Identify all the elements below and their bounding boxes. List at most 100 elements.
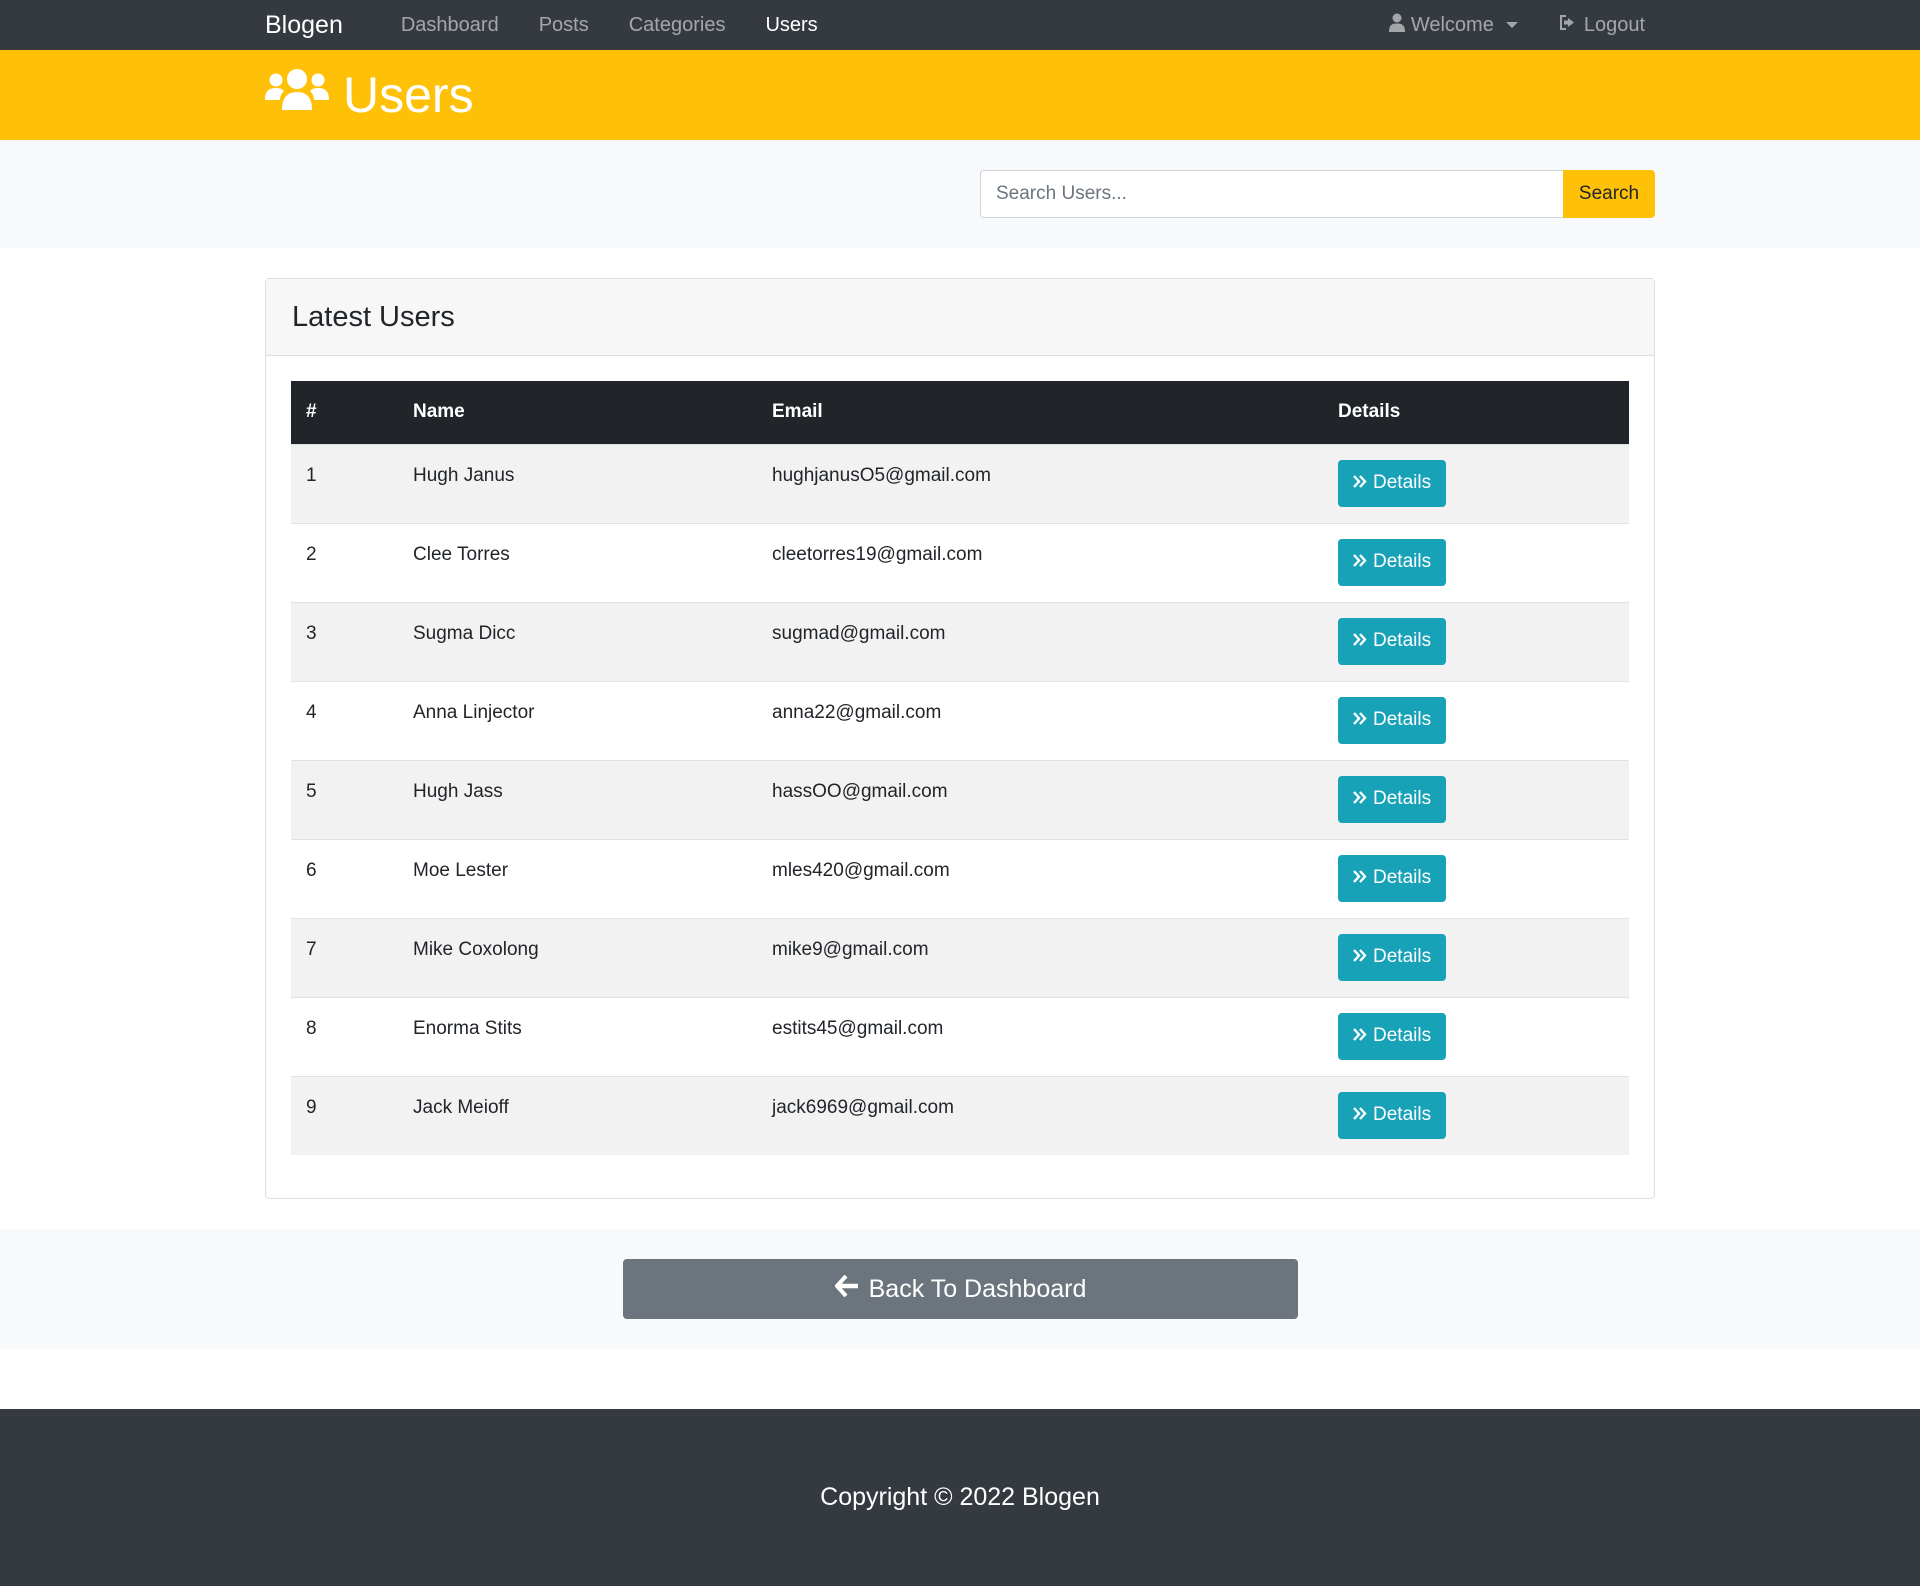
card-title: Latest Users — [292, 300, 455, 333]
row-email: mles420@gmail.com — [772, 859, 950, 881]
nav-dashboard[interactable]: Dashboard — [401, 14, 499, 37]
caret-down-icon — [1505, 22, 1518, 28]
page-header: Users — [0, 50, 1920, 140]
row-number: 8 — [306, 1017, 317, 1039]
column-header-details: Details — [1338, 401, 1401, 423]
row-email: anna22@gmail.com — [772, 701, 942, 723]
copyright-text: Copyright © 2022 Blogen — [820, 1483, 1100, 1511]
angle-double-right-icon — [1353, 472, 1367, 494]
details-button[interactable]: Details — [1338, 1012, 1447, 1060]
users-icon — [265, 66, 329, 124]
footer: Copyright © 2022 Blogen — [0, 1409, 1920, 1586]
details-label: Details — [1373, 630, 1432, 651]
details-label: Details — [1373, 788, 1432, 809]
row-number: 3 — [306, 622, 317, 644]
angle-double-right-icon — [1353, 867, 1367, 889]
details-button[interactable]: Details — [1338, 854, 1447, 902]
row-name: Sugma Dicc — [413, 622, 516, 644]
table-row: 3 Sugma Dicc sugmad@gmail.com Details — [291, 602, 1629, 681]
row-email: jack6969@gmail.com — [772, 1096, 954, 1118]
page-title: Users — [265, 66, 474, 124]
back-section: Back To Dashboard — [0, 1229, 1920, 1349]
back-label: Back To Dashboard — [868, 1274, 1087, 1303]
table-row: 6 Moe Lester mles420@gmail.com Details — [291, 839, 1629, 918]
table-wrapper: # Name Email Details 1 Hugh Janus hughja… — [266, 356, 1654, 1155]
angle-double-right-icon — [1353, 551, 1367, 573]
welcome-label: Welcome — [1410, 13, 1494, 36]
angle-double-right-icon — [1353, 630, 1367, 652]
table-row: 1 Hugh Janus hughjanusO5@gmail.com Detai… — [291, 444, 1629, 523]
row-number: 4 — [306, 701, 317, 723]
search-section: Search — [0, 140, 1920, 248]
row-email: cleetorres19@gmail.com — [772, 543, 983, 565]
logout-link[interactable]: Logout — [1558, 14, 1645, 37]
details-button[interactable]: Details — [1338, 933, 1447, 981]
arrow-left-icon — [834, 1274, 859, 1304]
table-row: 4 Anna Linjector anna22@gmail.com Detail… — [291, 681, 1629, 760]
details-button[interactable]: Details — [1338, 775, 1447, 823]
users-table: # Name Email Details 1 Hugh Janus hughja… — [291, 381, 1629, 1155]
details-label: Details — [1373, 946, 1432, 967]
details-label: Details — [1373, 709, 1432, 730]
welcome-dropdown[interactable]: Welcome — [1388, 13, 1518, 38]
table-row: 2 Clee Torres cleetorres19@gmail.com Det… — [291, 523, 1629, 602]
details-button[interactable]: Details — [1338, 1091, 1447, 1139]
card-header: Latest Users — [266, 279, 1654, 356]
details-button[interactable]: Details — [1338, 617, 1447, 665]
nav-links: Dashboard Posts Categories Users — [401, 14, 818, 37]
row-name: Hugh Janus — [413, 464, 515, 486]
page-title-text: Users — [343, 67, 474, 123]
table-row: 5 Hugh Jass hassOO@gmail.com Details — [291, 760, 1629, 839]
angle-double-right-icon — [1353, 946, 1367, 968]
row-name: Moe Lester — [413, 859, 509, 881]
row-number: 1 — [306, 464, 317, 486]
table-row: 7 Mike Coxolong mike9@gmail.com Details — [291, 918, 1629, 997]
top-navbar: Blogen Dashboard Posts Categories Users … — [0, 0, 1920, 50]
row-number: 5 — [306, 780, 317, 802]
row-number: 9 — [306, 1096, 317, 1118]
row-name: Hugh Jass — [413, 780, 503, 802]
search-button[interactable]: Search — [1563, 170, 1655, 218]
row-email: sugmad@gmail.com — [772, 622, 946, 644]
angle-double-right-icon — [1353, 788, 1367, 810]
row-name: Clee Torres — [413, 543, 510, 565]
angle-double-right-icon — [1353, 709, 1367, 731]
users-section: Latest Users # Name Email Details 1 Hugh… — [0, 248, 1920, 1199]
row-email: mike9@gmail.com — [772, 938, 929, 960]
row-name: Enorma Stits — [413, 1017, 522, 1039]
row-number: 6 — [306, 859, 317, 881]
details-label: Details — [1373, 551, 1432, 572]
column-header-number: # — [306, 401, 317, 423]
brand-logo[interactable]: Blogen — [265, 11, 343, 40]
details-label: Details — [1373, 472, 1432, 493]
details-button[interactable]: Details — [1338, 696, 1447, 744]
table-row: 8 Enorma Stits estits45@gmail.com Detail… — [291, 997, 1629, 1076]
nav-users[interactable]: Users — [765, 14, 817, 37]
details-label: Details — [1373, 1025, 1432, 1046]
logout-label: Logout — [1583, 13, 1645, 36]
nav-right: Welcome Logout — [1388, 13, 1645, 38]
search-group: Search — [980, 170, 1655, 218]
table-header-row: # Name Email Details — [291, 381, 1629, 444]
sign-out-icon — [1558, 14, 1578, 37]
column-header-email: Email — [772, 401, 823, 423]
nav-posts[interactable]: Posts — [539, 14, 589, 37]
back-to-dashboard-button[interactable]: Back To Dashboard — [623, 1259, 1298, 1319]
nav-categories[interactable]: Categories — [629, 14, 726, 37]
row-email: hughjanusO5@gmail.com — [772, 464, 991, 486]
details-button[interactable]: Details — [1338, 538, 1447, 586]
row-email: estits45@gmail.com — [772, 1017, 944, 1039]
angle-double-right-icon — [1353, 1104, 1367, 1126]
details-button[interactable]: Details — [1338, 459, 1447, 507]
row-name: Mike Coxolong — [413, 938, 539, 960]
row-name: Jack Meioff — [413, 1096, 509, 1118]
row-email: hassOO@gmail.com — [772, 780, 948, 802]
row-name: Anna Linjector — [413, 701, 535, 723]
table-row: 9 Jack Meioff jack6969@gmail.com Details — [291, 1076, 1629, 1155]
angle-double-right-icon — [1353, 1025, 1367, 1047]
latest-users-card: Latest Users # Name Email Details 1 Hugh… — [265, 278, 1655, 1199]
row-number: 7 — [306, 938, 317, 960]
user-icon — [1388, 13, 1405, 38]
search-input[interactable] — [980, 170, 1563, 218]
row-number: 2 — [306, 543, 317, 565]
